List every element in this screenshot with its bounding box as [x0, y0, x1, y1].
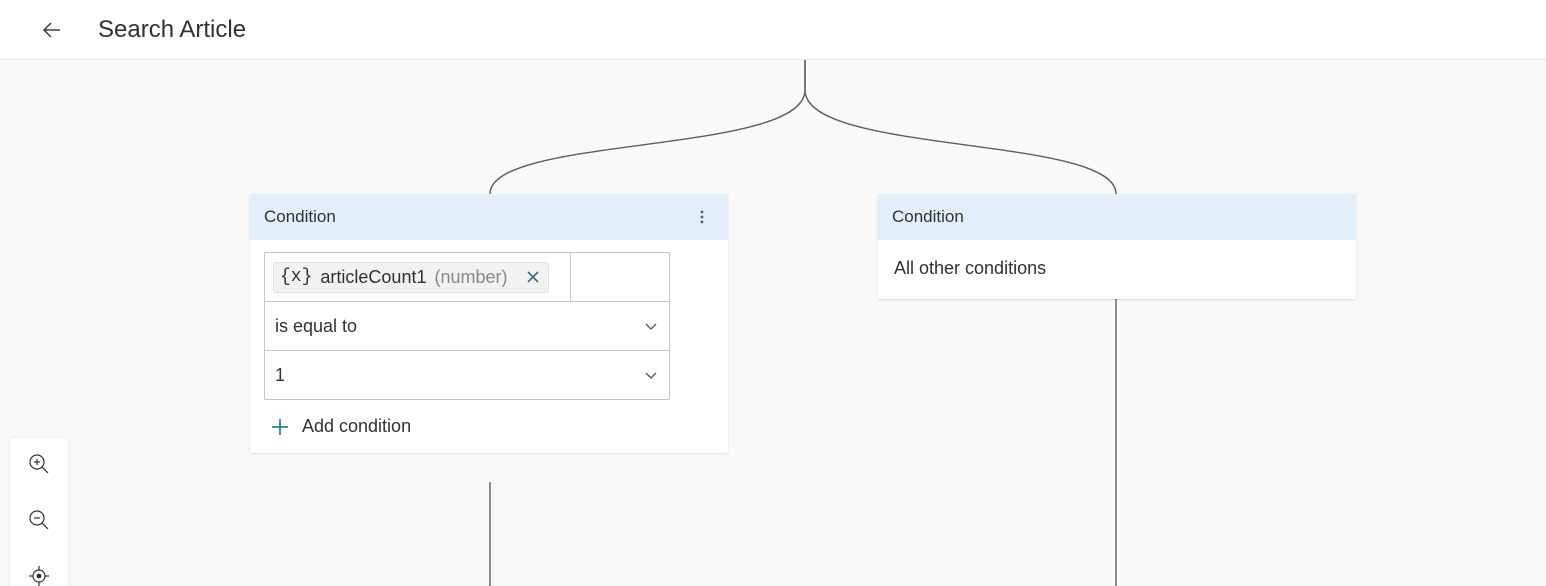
value-dropdown-chevron[interactable] [643, 367, 659, 383]
add-condition-button[interactable]: Add condition [270, 416, 714, 437]
more-vertical-icon [694, 209, 710, 225]
fit-to-screen-button[interactable] [23, 560, 55, 586]
remove-variable-button[interactable] [526, 270, 540, 284]
zoom-out-icon [28, 509, 50, 531]
card-more-button[interactable] [690, 205, 714, 229]
value-text: 1 [275, 365, 285, 386]
zoom-in-icon [28, 453, 50, 475]
back-button[interactable] [36, 14, 68, 46]
page-title: Search Article [98, 16, 246, 44]
zoom-panel [10, 438, 68, 586]
condition-operator-row[interactable]: is equal to [265, 302, 669, 351]
add-condition-label: Add condition [302, 416, 411, 437]
card-title: Condition [264, 207, 336, 227]
arrow-left-icon [40, 18, 64, 42]
condition-body: {x} articleCount1 (number) [250, 240, 728, 453]
zoom-in-button[interactable] [23, 448, 55, 480]
chevron-down-icon [643, 318, 659, 334]
condition-card-left[interactable]: Condition {x} articleCount1 (number) [250, 194, 728, 453]
operator-dropdown-chevron[interactable] [643, 318, 659, 334]
condition-value-row[interactable]: 1 [265, 351, 669, 399]
variable-brace-icon: {x} [280, 267, 312, 287]
condition-box: {x} articleCount1 (number) [264, 252, 670, 400]
zoom-out-button[interactable] [23, 504, 55, 536]
top-bar: Search Article [0, 0, 1546, 60]
x-icon [526, 270, 540, 284]
condition-variable-row[interactable]: {x} articleCount1 (number) [265, 253, 669, 302]
card-header: Condition [250, 194, 728, 240]
variable-name: articleCount1 [320, 267, 426, 288]
variable-cell[interactable]: {x} articleCount1 (number) [265, 253, 571, 301]
variable-pill[interactable]: {x} articleCount1 (number) [273, 262, 549, 293]
flow-canvas: Condition {x} articleCount1 (number) [0, 60, 1546, 586]
condition-card-right[interactable]: Condition All other conditions [878, 194, 1356, 299]
chevron-down-icon [643, 367, 659, 383]
card-title: Condition [892, 207, 964, 227]
target-icon [28, 565, 50, 586]
all-other-conditions-text: All other conditions [878, 240, 1356, 299]
plus-icon [270, 417, 290, 437]
variable-type: (number) [434, 267, 507, 288]
connector-lines [0, 60, 1546, 586]
card-header: Condition [878, 194, 1356, 240]
operator-value: is equal to [275, 316, 357, 337]
